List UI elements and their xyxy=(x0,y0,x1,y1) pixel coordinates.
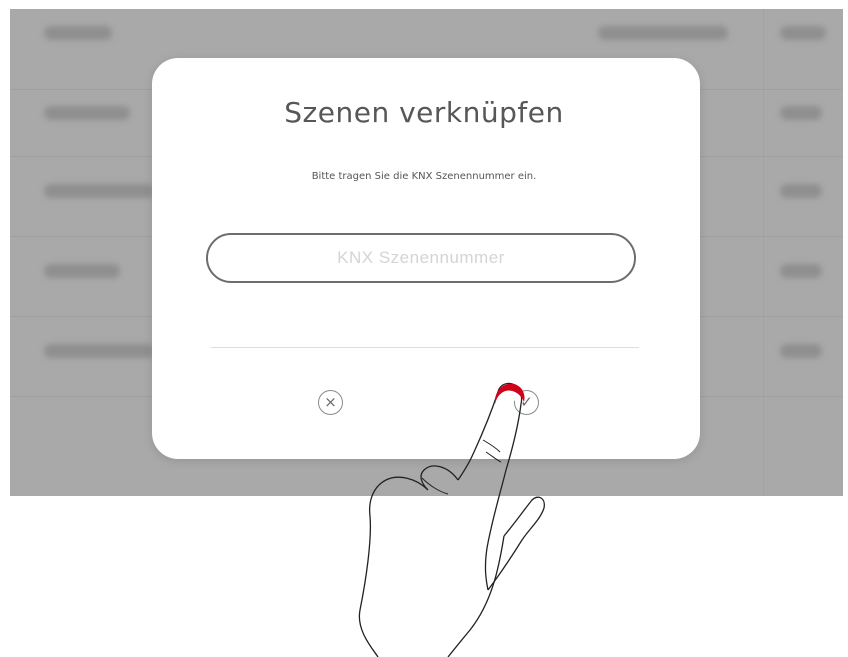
hand-tap-icon xyxy=(358,382,545,657)
hand-outline xyxy=(457,391,522,591)
